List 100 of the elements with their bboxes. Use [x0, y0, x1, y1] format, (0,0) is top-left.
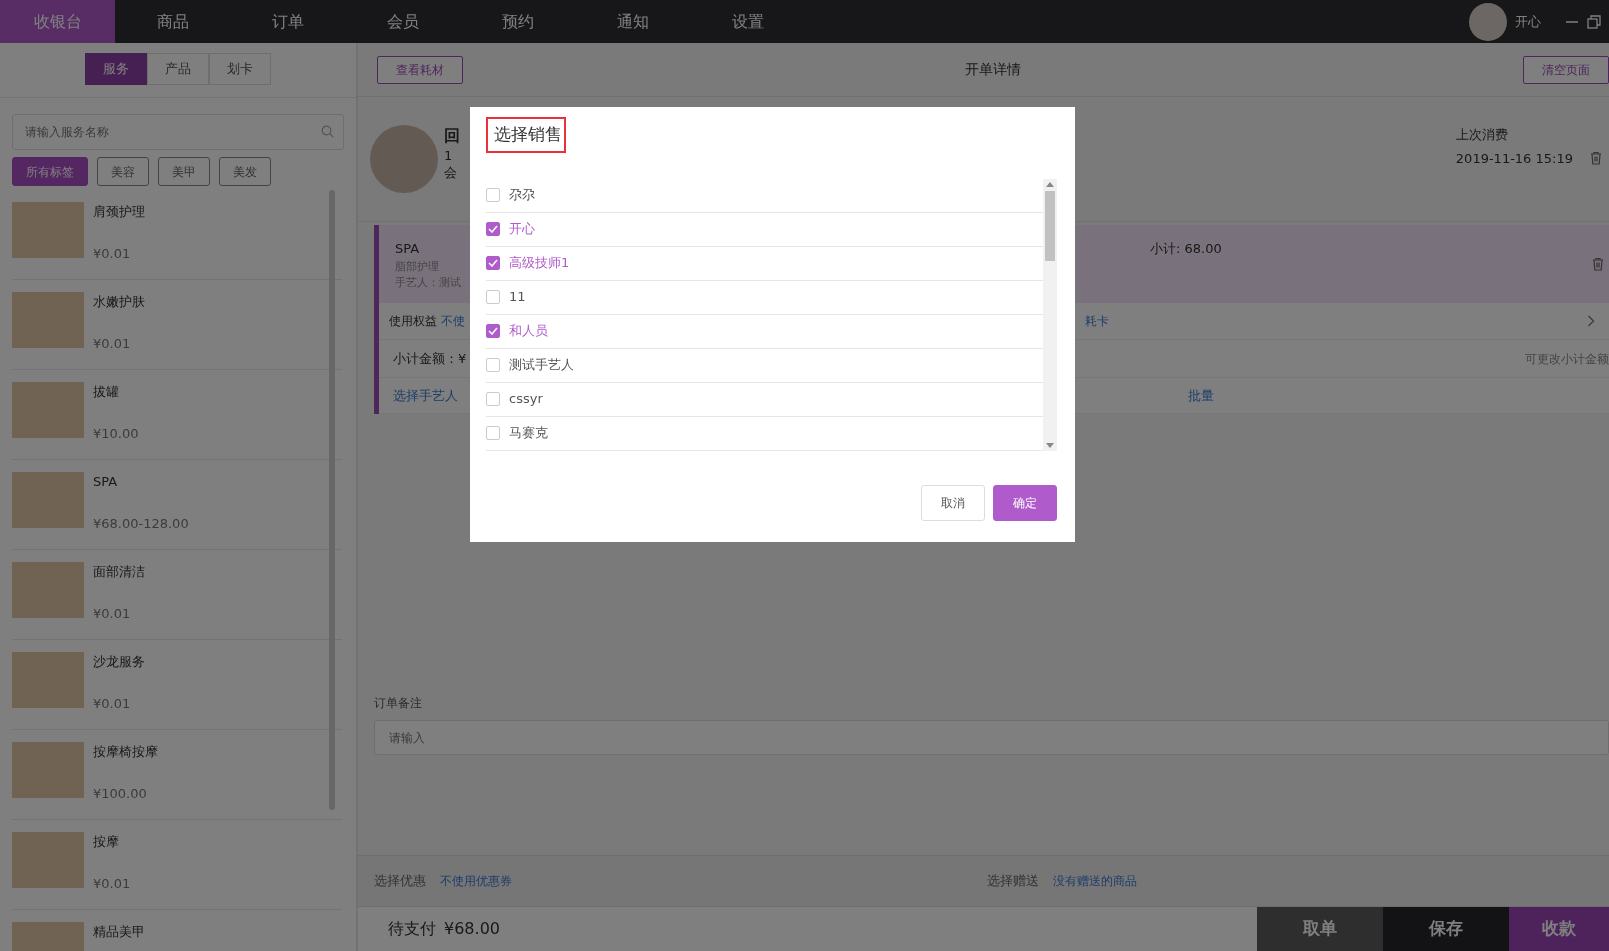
search-field[interactable]: 请输入服务名称 — [12, 114, 344, 150]
choose-artisan-link[interactable]: 选择手艺人 — [393, 385, 458, 406]
photo-placeholder — [12, 292, 84, 348]
item-subtotal: 小计: 68.00 — [1150, 240, 1222, 258]
checkbox[interactable] — [486, 358, 500, 372]
tag-filter[interactable]: 美容 — [97, 157, 149, 186]
gift-label: 选择赠送 — [987, 872, 1039, 891]
scroll-down-icon[interactable] — [1046, 442, 1054, 448]
service-name: 肩颈护理 — [93, 203, 145, 221]
amount-due: ¥68.00 — [444, 918, 500, 940]
service-name: 按摩 — [93, 833, 120, 851]
scrollbar[interactable] — [1043, 178, 1057, 451]
last-visit-label: 上次消费 — [1455, 126, 1509, 144]
service-price: ¥0.01 — [93, 604, 132, 623]
scrollbar-thumb[interactable] — [1045, 190, 1055, 261]
discount-link[interactable]: 不使用优惠券 — [440, 872, 512, 890]
footer-button[interactable]: 取单 — [1257, 906, 1383, 951]
tag-filter[interactable]: 美发 — [219, 157, 271, 186]
photo-placeholder — [12, 472, 84, 528]
photo-placeholder — [12, 832, 84, 888]
search-icon — [321, 125, 334, 138]
view-materials-button[interactable]: 查看耗材 — [377, 55, 463, 84]
gift-link[interactable]: 没有赠送的商品 — [1053, 872, 1137, 890]
checkbox[interactable] — [486, 256, 500, 270]
option-label[interactable]: 马赛克 — [509, 423, 548, 443]
restore-icon[interactable] — [1587, 14, 1601, 29]
nav-tab[interactable]: 预约 — [460, 0, 575, 43]
user-name: 开心 — [1515, 12, 1541, 31]
nav-tab[interactable]: 订单 — [230, 0, 345, 43]
service-name: SPA — [93, 473, 119, 491]
service-price: ¥100.00 — [93, 784, 148, 803]
option-label[interactable]: 和人员 — [509, 321, 548, 341]
photo-placeholder — [12, 382, 84, 438]
nav-tab[interactable]: 会员 — [345, 0, 460, 43]
service-price: ¥0.01 — [93, 244, 132, 263]
category-tab[interactable]: 产品 — [147, 53, 209, 85]
checkbox[interactable] — [486, 426, 500, 440]
remark-field[interactable]: 请输入 — [374, 720, 1609, 755]
category-tab[interactable]: 划卡 — [209, 53, 271, 85]
user-avatar[interactable] — [1469, 2, 1507, 41]
batch-link[interactable]: 批量 — [1188, 385, 1214, 406]
customer-name: 回 — [444, 125, 460, 147]
service-name: 按摩椅按摩 — [93, 743, 158, 761]
service-price: ¥0.01 — [93, 874, 131, 893]
remark-label: 订单备注 — [374, 695, 423, 712]
chevron-right-icon[interactable] — [1587, 315, 1595, 327]
service-item[interactable]: 按摩椅按摩 ¥100.00 — [12, 730, 342, 820]
checkbox[interactable] — [486, 392, 500, 406]
trash-icon[interactable] — [1591, 257, 1605, 271]
customer-level: 会 — [444, 164, 458, 182]
service-name: 拔罐 — [93, 383, 120, 401]
last-visit-time: 2019-11-16 15:19 — [1455, 149, 1573, 168]
service-name: 面部清洁 — [93, 563, 145, 581]
clear-page-button[interactable]: 清空页面 — [1523, 55, 1609, 84]
dialog-title: 选择销售 — [486, 117, 566, 153]
checkbox[interactable] — [486, 188, 500, 202]
option-label[interactable]: cssyr — [509, 389, 543, 409]
trash-icon[interactable] — [1589, 151, 1603, 166]
item-name: SPA — [395, 240, 421, 258]
category-tab[interactable]: 服务 — [85, 53, 147, 85]
option-label[interactable]: 尕尕 — [509, 185, 535, 205]
nav-tab[interactable]: 收银台 — [0, 0, 115, 43]
benefit-link[interactable]: 不使 — [441, 312, 465, 330]
service-item[interactable]: 精品美甲 — [12, 910, 342, 951]
checkbox[interactable] — [486, 290, 500, 304]
service-name: 沙龙服务 — [93, 653, 145, 671]
page-title: 开单详情 — [965, 60, 1021, 79]
scroll-up-icon[interactable] — [1046, 181, 1054, 187]
option-label[interactable]: 开心 — [509, 219, 535, 239]
option-label[interactable]: 测试手艺人 — [509, 355, 574, 375]
service-price: ¥10.00 — [93, 424, 139, 443]
scrollbar-thumb[interactable] — [329, 190, 335, 810]
nav-tab[interactable]: 商品 — [115, 0, 230, 43]
service-name: 水嫩护肤 — [93, 293, 145, 311]
subtotal-amount-label: 小计金额：¥ — [393, 349, 467, 368]
footer-button[interactable]: 保存 — [1383, 906, 1509, 951]
card-deduction-link[interactable]: 耗卡 — [1085, 312, 1109, 330]
nav-tab[interactable]: 设置 — [690, 0, 805, 43]
service-price: ¥0.01 — [93, 334, 132, 353]
tag-filter[interactable]: 所有标签 — [12, 157, 88, 186]
discount-label: 选择优惠 — [374, 872, 426, 891]
option-label[interactable]: 11 — [509, 287, 526, 307]
photo-placeholder — [12, 742, 84, 798]
amount-due-label: 待支付 — [388, 918, 436, 940]
checkbox[interactable] — [486, 324, 500, 338]
cancel-button[interactable]: 取消 — [921, 484, 985, 521]
photo-placeholder — [12, 202, 84, 258]
service-item[interactable]: 按摩 ¥0.01 — [12, 820, 342, 910]
option-label[interactable]: 高级技师1 — [509, 253, 570, 273]
nav-tab[interactable]: 通知 — [575, 0, 690, 43]
confirm-button[interactable]: 确定 — [993, 484, 1057, 521]
service-name: 精品美甲 — [93, 923, 145, 941]
photo-placeholder — [12, 652, 84, 708]
benefit-label: 使用权益 — [389, 313, 437, 330]
footer-button[interactable]: 收款 — [1509, 906, 1609, 951]
tag-filter[interactable]: 美甲 — [158, 157, 210, 186]
customer-phone: 1 — [444, 146, 454, 165]
checkbox[interactable] — [486, 222, 500, 236]
service-price: ¥68.00-128.00 — [93, 514, 189, 533]
photo-placeholder — [12, 562, 84, 618]
